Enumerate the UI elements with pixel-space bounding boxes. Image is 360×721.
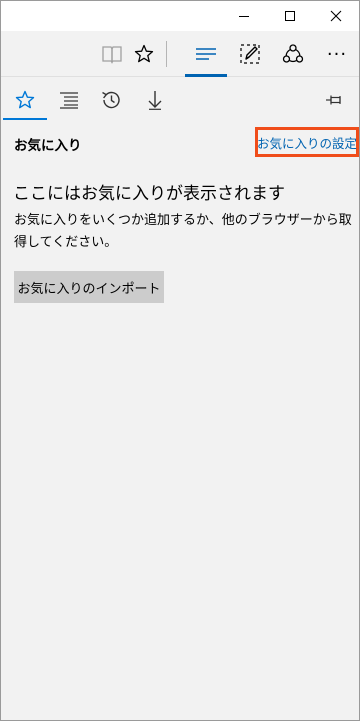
more-button[interactable]: ···	[317, 31, 357, 77]
maximize-icon	[285, 11, 295, 21]
tab-reading-list[interactable]	[47, 78, 91, 122]
toolbar-separator	[166, 41, 167, 67]
pin-pane-button[interactable]	[317, 78, 353, 122]
title-bar	[1, 1, 359, 31]
hub-button[interactable]	[186, 31, 226, 77]
tab-history[interactable]	[89, 78, 133, 122]
favorites-star-icon	[15, 90, 35, 109]
minimize-icon	[239, 16, 249, 17]
tab-downloads[interactable]	[133, 78, 177, 122]
reading-list-icon	[60, 92, 78, 109]
browser-window: ··· お気に入り お気に入りの設定 ここにはお気に入りが表示されます お気に入…	[0, 0, 360, 721]
pane-title: お気に入り	[14, 138, 82, 154]
browser-toolbar: ···	[1, 31, 359, 77]
web-note-button[interactable]	[230, 31, 270, 77]
history-icon	[102, 91, 120, 109]
close-icon	[330, 10, 342, 22]
close-button[interactable]	[313, 1, 359, 31]
import-favorites-button[interactable]: お気に入りのインポート	[14, 271, 164, 303]
hub-icon	[196, 48, 216, 60]
hub-active-indicator	[185, 74, 227, 77]
more-icon: ···	[326, 43, 348, 65]
web-note-icon	[240, 44, 260, 64]
share-icon	[282, 44, 304, 63]
empty-state-description: お気に入りをいくつか追加するか、他のブラウザーから取得してください。	[14, 213, 352, 250]
share-button[interactable]	[273, 31, 313, 77]
tab-favorites[interactable]	[3, 78, 47, 122]
hub-tabs	[1, 78, 359, 122]
reading-view-icon	[102, 46, 122, 64]
add-favorite-button[interactable]	[124, 31, 164, 77]
pane-header: お気に入り お気に入りの設定	[1, 125, 359, 161]
tab-active-indicator	[3, 118, 47, 120]
maximize-button[interactable]	[267, 1, 313, 31]
favorites-settings-link[interactable]: お気に入りの設定	[255, 127, 359, 157]
empty-state-heading: ここにはお気に入りが表示されます	[13, 184, 285, 204]
download-arrow-icon	[148, 91, 162, 110]
favorite-star-icon	[134, 44, 154, 63]
minimize-button[interactable]	[221, 1, 267, 31]
pin-icon	[326, 95, 341, 105]
